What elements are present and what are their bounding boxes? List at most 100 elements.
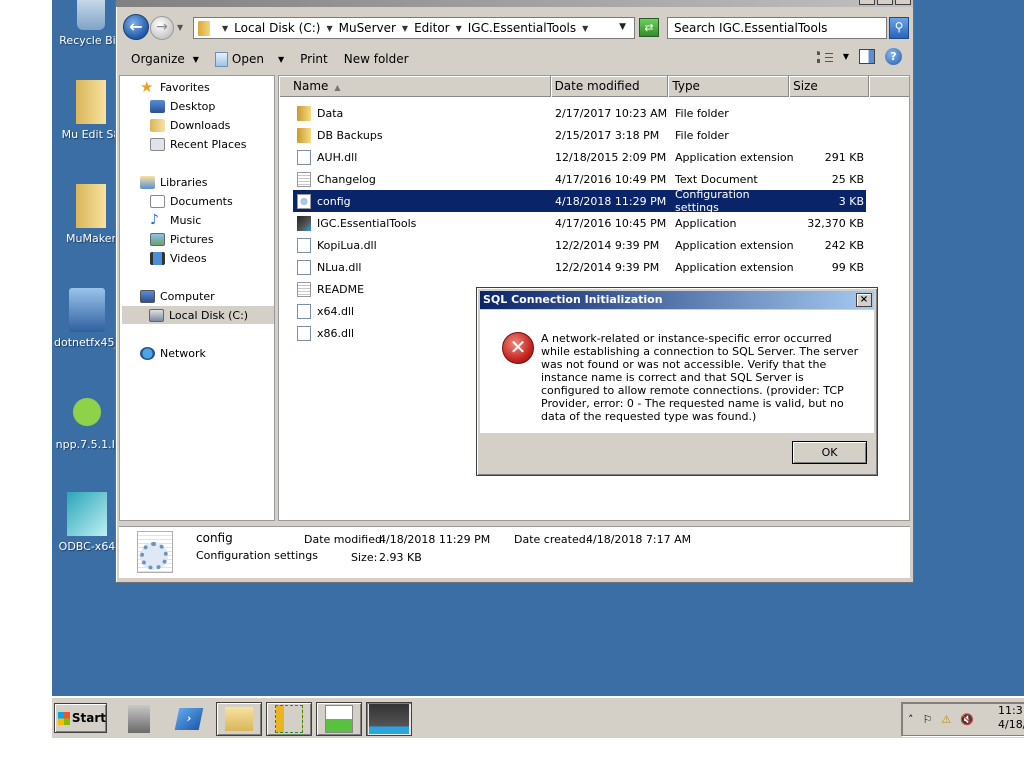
file-size: 32,370 KB	[807, 216, 864, 230]
desktop-icon-odbc[interactable]: ODBC-x64	[52, 492, 122, 553]
installer-icon	[69, 288, 105, 332]
network-warning-icon[interactable]: ⚠	[941, 713, 951, 726]
text-file-icon	[297, 281, 311, 297]
desktop-icon-npp[interactable]: npp.7.5.1.I.	[52, 390, 122, 451]
new-folder-button[interactable]: New folder	[336, 48, 417, 70]
file-name: NLua.dll	[317, 260, 362, 274]
minimize-button[interactable]	[859, 0, 875, 5]
file-date-modified: 12/2/2014 9:39 PM	[555, 260, 660, 274]
file-row[interactable]: Data 2/17/2017 10:23 AM File folder	[293, 102, 866, 124]
file-date-modified: 12/18/2015 2:09 PM	[555, 150, 667, 164]
column-header-date[interactable]: Date modified	[551, 76, 669, 97]
action-center-flag-icon[interactable]: ⚐	[923, 713, 933, 726]
nav-videos[interactable]: Videos	[150, 249, 207, 267]
chevron-down-icon[interactable]: ▼	[402, 24, 408, 33]
nav-downloads[interactable]: Downloads	[150, 116, 230, 134]
file-row[interactable]: DB Backups 2/15/2017 3:18 PM File folder	[293, 124, 866, 146]
breadcrumb-local-disk[interactable]: Local Disk (C:)	[234, 21, 320, 35]
nav-documents[interactable]: Documents	[150, 192, 233, 210]
breadcrumb-editor[interactable]: Editor	[414, 21, 450, 35]
chevron-down-icon[interactable]: ▼	[456, 24, 462, 33]
navigation-pane: ★ Favorites Desktop Downloads Recent Pla…	[119, 75, 275, 521]
nav-computer[interactable]: Computer	[140, 287, 215, 305]
title-bar[interactable]	[116, 0, 913, 7]
back-button[interactable]: ←	[123, 14, 149, 40]
file-name-cell: NLua.dll	[293, 259, 555, 275]
view-options-icon[interactable]	[816, 50, 833, 63]
nav-local-disk[interactable]: Local Disk (C:)	[122, 306, 274, 324]
file-row[interactable]: IGC.EssentialTools 4/17/2016 10:45 PM Appl…	[293, 212, 866, 234]
nav-music[interactable]: ♪ Music	[150, 211, 201, 229]
taskbar-database-tools[interactable]	[266, 702, 312, 736]
recent-pages-dropdown[interactable]: ▼	[177, 23, 183, 32]
details-file-type: Configuration settings	[196, 549, 318, 562]
chevron-down-icon[interactable]: ▼	[582, 24, 588, 33]
file-row[interactable]: NLua.dll 12/2/2014 9:39 PM Application ext…	[293, 256, 866, 278]
file-name-cell: Data	[293, 105, 555, 121]
powershell-icon: ›	[174, 708, 204, 730]
taskbar-windows-explorer[interactable]	[216, 702, 262, 736]
taskbar-server-manager[interactable]	[116, 702, 162, 736]
file-type: File folder	[675, 128, 729, 142]
file-date-modified: 4/17/2016 10:45 PM	[555, 216, 667, 230]
file-date-modified: 2/15/2017 3:18 PM	[555, 128, 660, 142]
nav-desktop[interactable]: Desktop	[150, 97, 215, 115]
organize-button[interactable]: Organize ▼	[119, 48, 207, 70]
file-size: 291 KB	[824, 150, 864, 164]
file-type: Application extension	[675, 260, 794, 274]
nav-network[interactable]: Network	[140, 344, 206, 362]
notepad-plus-plus-icon	[325, 705, 353, 733]
dialog-title-bar[interactable]: SQL Connection Initialization ×	[480, 291, 874, 309]
help-icon[interactable]: ?	[885, 48, 902, 65]
chevron-down-icon[interactable]: ▼	[222, 24, 228, 33]
taskbar-igc-essentialtools[interactable]	[366, 702, 412, 736]
nav-pictures[interactable]: Pictures	[150, 230, 214, 248]
nav-libraries[interactable]: Libraries	[140, 173, 208, 191]
breadcrumb-muserver[interactable]: MuServer	[339, 21, 396, 35]
start-button[interactable]: Start	[54, 703, 107, 733]
details-date-modified-label: Date modified:	[304, 533, 386, 546]
forward-button[interactable]: →	[150, 16, 174, 40]
file-type: Application	[675, 216, 737, 230]
config-file-icon	[137, 531, 173, 573]
refresh-button[interactable]: ⇄	[639, 18, 659, 37]
close-button[interactable]	[895, 0, 911, 5]
preview-pane-icon[interactable]	[859, 49, 875, 64]
search-button[interactable]: ⚲	[889, 17, 909, 39]
column-header-type[interactable]: Type	[668, 76, 790, 97]
search-input[interactable]: Search IGC.EssentialTools	[667, 17, 887, 39]
maximize-button[interactable]	[877, 0, 893, 5]
file-row[interactable]: config 4/18/2018 11:29 PM Configuration se…	[293, 188, 866, 214]
print-button[interactable]: Print	[292, 48, 336, 70]
refresh-icon: ⇄	[644, 21, 654, 34]
dialog-message: A network-related or instance-specific e…	[541, 332, 859, 423]
show-hidden-icons-icon[interactable]: ˄	[908, 713, 914, 726]
address-bar[interactable]: ▼ Local Disk (C:) ▼ MuServer ▼ Editor ▼ …	[193, 17, 635, 39]
file-date-modified: 2/17/2017 10:23 AM	[555, 106, 668, 120]
volume-muted-icon[interactable]: 🔇	[960, 713, 974, 726]
open-button[interactable]: Open ▼	[207, 48, 292, 70]
file-name-cell: Changelog	[293, 171, 555, 187]
clock-date: 4/18/	[998, 718, 1024, 731]
file-size: 99 KB	[831, 260, 864, 274]
dialog-close-button[interactable]: ×	[856, 293, 872, 307]
chevron-down-icon[interactable]: ▼	[326, 24, 332, 33]
taskbar-powershell[interactable]: ›	[166, 702, 212, 736]
chevron-down-icon[interactable]: ▼	[843, 52, 849, 61]
taskbar-notepad-plus-plus[interactable]	[316, 702, 362, 736]
chevron-down-icon[interactable]: ▼	[278, 55, 284, 64]
file-name: AUH.dll	[317, 150, 358, 164]
nav-favorites[interactable]: ★ Favorites	[140, 78, 210, 96]
file-name: IGC.EssentialTools	[317, 216, 417, 230]
file-row[interactable]: KopiLua.dll 12/2/2014 9:39 PM Application …	[293, 234, 866, 256]
breadcrumb-igc-essentialtools[interactable]: IGC.EssentialTools	[468, 21, 576, 35]
desktop-icon-dotnetfx45[interactable]: dotnetfx45_	[52, 288, 122, 349]
file-row[interactable]: Changelog 4/17/2016 10:49 PM Text Document…	[293, 168, 866, 190]
address-history-dropdown[interactable]: ▼	[619, 22, 626, 32]
ok-button[interactable]: OK	[792, 441, 867, 464]
nav-recent-places[interactable]: Recent Places	[150, 135, 247, 153]
column-header-size[interactable]: Size	[789, 76, 870, 97]
column-header-name[interactable]: Name ▲	[279, 76, 551, 97]
file-row[interactable]: AUH.dll 12/18/2015 2:09 PM Application ext…	[293, 146, 866, 168]
clock[interactable]: 11:3 4/18/	[998, 704, 1024, 732]
